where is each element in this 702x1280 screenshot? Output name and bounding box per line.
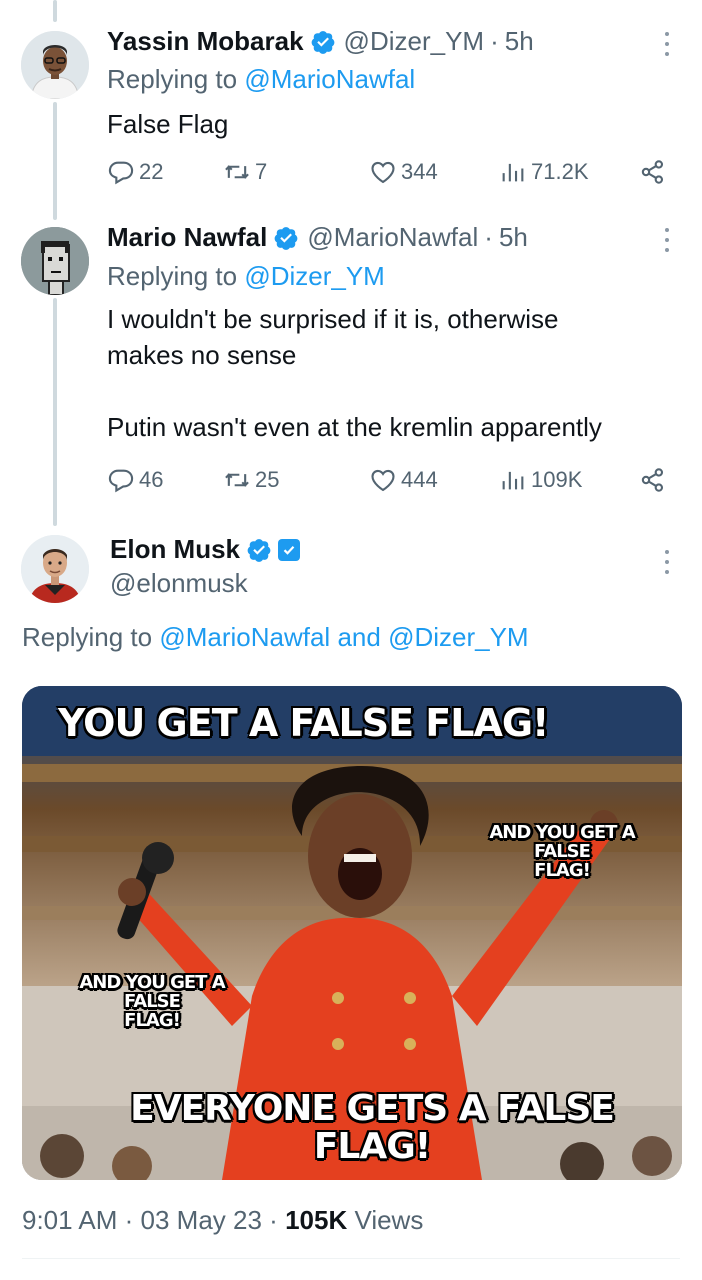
verified-badge-icon [311, 30, 334, 54]
reply-icon [108, 469, 134, 493]
retweet-button[interactable]: 25 [223, 464, 279, 496]
heart-icon [371, 161, 395, 184]
tweet-time[interactable]: 5h [505, 26, 534, 57]
share-icon [641, 468, 664, 492]
avatar-yassin[interactable] [21, 31, 89, 99]
replying-and: and [337, 622, 381, 652]
tweet-time[interactable]: 9:01 AM [22, 1205, 117, 1235]
views-count: 109K [531, 467, 583, 492]
meme-top-text: YOU GET A FALSE FLAG! [58, 701, 549, 745]
heart-icon [371, 469, 395, 492]
views-button[interactable]: 109K [499, 464, 582, 496]
tweet-media-image[interactable]: YOU GET A FALSE FLAG! AND YOU GET A FALS… [22, 686, 682, 1180]
meme-left-text-line: FLAG! [124, 1009, 181, 1031]
separator-dot: · [124, 1205, 141, 1235]
main-tweet-header: Elon Musk [110, 534, 301, 565]
author-handle[interactable]: @Dizer_YM [344, 26, 485, 57]
avatar-image [21, 535, 89, 603]
views-icon [502, 163, 524, 182]
thread-connector [53, 102, 57, 220]
avatar-image [21, 227, 89, 295]
more-icon[interactable] [664, 550, 670, 574]
replying-to: Replying to @MarioNawfal and @Dizer_YM [22, 622, 529, 653]
avatar-image [21, 31, 89, 99]
tweet-header: Yassin Mobarak @Dizer_YM · 5h [107, 26, 534, 57]
author-handle[interactable]: @MarioNawfal [307, 222, 478, 253]
affiliate-badge-icon[interactable] [278, 538, 301, 561]
views-label: Views [354, 1205, 424, 1235]
reply-button[interactable]: 22 [107, 156, 163, 188]
share-icon [641, 160, 664, 184]
replying-mention[interactable]: @Dizer_YM [244, 261, 385, 291]
like-button[interactable]: 444 [369, 464, 438, 496]
share-button[interactable] [639, 156, 667, 188]
tweet-header: Mario Nawfal @MarioNawfal · 5h [107, 222, 528, 253]
tweet-text-line: False Flag [107, 109, 229, 139]
tweet-text-line: Putin wasn't even at the kremlin apparen… [107, 412, 602, 442]
meme-right-text-line: AND YOU GET A FALSE [489, 822, 635, 862]
replying-to: Replying to @MarioNawfal [107, 64, 415, 95]
like-button[interactable]: 344 [369, 156, 438, 188]
separator-dot: · [484, 222, 493, 252]
like-count: 344 [401, 159, 438, 184]
thread-connector [53, 0, 57, 22]
replying-prefix: Replying to [107, 261, 238, 291]
more-icon[interactable] [664, 228, 670, 252]
views-count: 105K [285, 1205, 348, 1235]
tweet-text: I wouldn't be surprised if it is, otherw… [107, 301, 667, 445]
replying-prefix: Replying to [107, 64, 238, 94]
replying-mention[interactable]: @MarioNawfal [244, 64, 415, 94]
verified-badge-icon [247, 538, 271, 562]
tweet-text-line: makes no sense [107, 340, 297, 370]
meme-left-text-line: AND YOU GET A FALSE [79, 972, 225, 1012]
retweet-button[interactable]: 7 [223, 156, 267, 188]
views-icon [502, 471, 524, 490]
retweet-icon [225, 165, 249, 179]
replying-to: Replying to @Dizer_YM [107, 261, 385, 292]
tweet-actions: 46 25 444 109K [107, 464, 667, 496]
avatar-elon[interactable] [21, 535, 89, 603]
retweet-count: 7 [255, 159, 268, 184]
separator-dot: · [269, 1205, 286, 1235]
replying-mention[interactable]: @MarioNawfal [159, 622, 330, 652]
reply-count: 22 [139, 159, 164, 184]
tweet-thread: Yassin Mobarak @Dizer_YM · 5h Replying t… [0, 0, 702, 1280]
reply-count: 46 [139, 467, 164, 492]
author-name[interactable]: Elon Musk [110, 534, 240, 565]
views-button[interactable]: 71.2K [499, 156, 589, 188]
reply-button[interactable]: 46 [107, 464, 163, 496]
separator-dot: · [490, 26, 499, 56]
more-icon[interactable] [664, 32, 670, 56]
tweet-text-line: I wouldn't be surprised if it is, otherw… [107, 304, 559, 334]
author-handle[interactable]: @elonmusk [110, 568, 248, 599]
replying-mention[interactable]: @Dizer_YM [388, 622, 529, 652]
tweet-timestamp: 9:01 AM · 03 May 23 · 105K Views [22, 1205, 423, 1236]
author-name[interactable]: Yassin Mobarak [107, 26, 304, 57]
reply-icon [108, 161, 134, 185]
tweet-date[interactable]: 03 May 23 [141, 1205, 262, 1235]
tweet-time[interactable]: 5h [499, 222, 528, 253]
retweet-count: 25 [255, 467, 280, 492]
divider [22, 1258, 680, 1259]
tweet-actions: 22 7 344 71.2K [107, 156, 667, 188]
like-count: 444 [401, 467, 438, 492]
meme-left-text: AND YOU GET A FALSE FLAG! [52, 972, 252, 1031]
replying-prefix: Replying to [22, 622, 153, 652]
avatar-mario[interactable] [21, 227, 89, 295]
share-button[interactable] [639, 464, 667, 496]
retweet-icon [225, 473, 249, 487]
author-name[interactable]: Mario Nawfal [107, 222, 267, 253]
thread-connector [53, 298, 57, 526]
meme-right-text-line: FLAG! [534, 859, 591, 881]
meme-bottom-text: EVERYONE GETS A FALSE FLAG! [130, 1088, 615, 1167]
views-count: 71.2K [531, 159, 589, 184]
tweet-text: False Flag [107, 106, 667, 142]
meme-right-text: AND YOU GET A FALSE FLAG! [462, 822, 662, 881]
verified-badge-icon [275, 226, 298, 250]
